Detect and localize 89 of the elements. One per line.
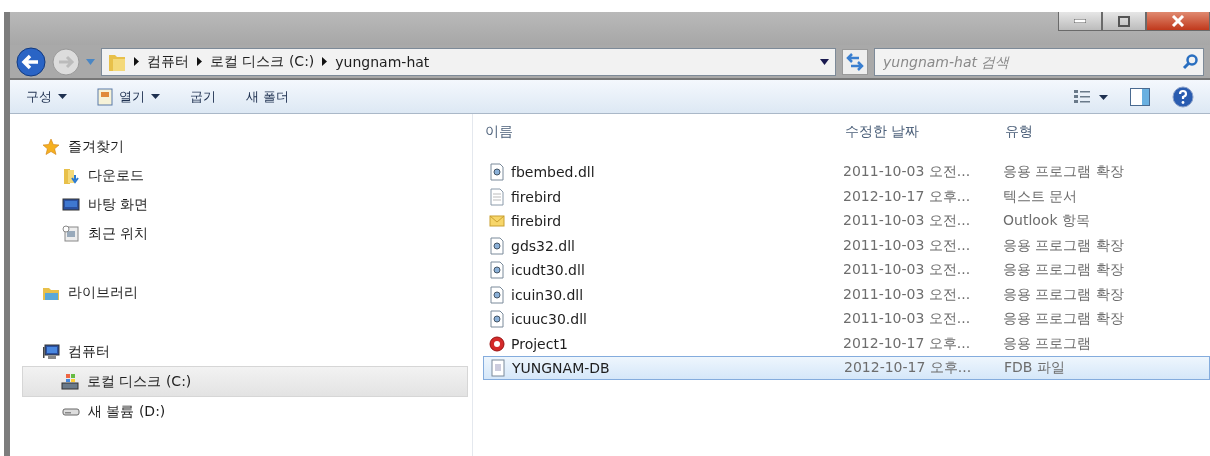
- file-row[interactable]: icudt30.dll 2011-10-03 오전... 응용 프로그램 확장: [483, 258, 1210, 282]
- drive-icon: [62, 407, 80, 416]
- file-date: 2012-10-17 오후...: [844, 359, 973, 377]
- sidebar-item[interactable]: 즐겨찾기: [10, 132, 472, 161]
- back-icon[interactable]: [16, 46, 46, 77]
- file-row[interactable]: YUNGNAM-DB 2012-10-17 오후... FDB 파일: [483, 356, 1210, 380]
- toolbar-button[interactable]: 구성: [26, 87, 67, 106]
- file-name: Project1: [511, 335, 568, 352]
- folder-download-icon: [62, 166, 80, 185]
- search-field[interactable]: yungnam-hat 검색: [874, 47, 1204, 76]
- file-row[interactable]: gds32.dll 2011-10-03 오전... 응용 프로그램 확장: [483, 233, 1210, 258]
- breadcrumb[interactable]: yungnam-hat: [335, 53, 430, 70]
- file-date: 2011-10-03 오전...: [843, 261, 972, 279]
- file-name: icuin30.dll: [511, 286, 584, 303]
- envelope-icon: [489, 212, 505, 230]
- address-bar[interactable]: 컴퓨터 로컬 디스크 (C:) yungnam-hat: [101, 47, 836, 76]
- toolbar-button[interactable]: 열기: [97, 87, 160, 106]
- chevron-icon: [197, 57, 202, 66]
- file-date: 2012-10-17 오후...: [843, 334, 972, 353]
- sidebar-item[interactable]: 라이브러리: [10, 278, 472, 307]
- breadcrumb[interactable]: 컴퓨터: [147, 52, 189, 71]
- file-row[interactable]: fbembed.dll 2011-10-03 오전... 응용 프로그램 확장: [483, 160, 1210, 184]
- close-button[interactable]: [1146, 12, 1210, 31]
- file-name: firebird: [511, 213, 562, 229]
- settings-file-icon: [489, 285, 505, 304]
- file-name: icuuc30.dll: [511, 311, 587, 327]
- document-icon: [490, 359, 506, 377]
- sidebar-item[interactable]: 로컬 디스크 (C:): [22, 366, 468, 397]
- file-row[interactable]: icuin30.dll 2011-10-03 오전... 응용 프로그램 확장: [483, 282, 1210, 307]
- file-row[interactable]: Project1 2012-10-17 오후... 응용 프로그램: [483, 331, 1210, 356]
- maximize-icon: [1118, 15, 1130, 27]
- file-date: 2011-10-03 오전...: [843, 212, 972, 230]
- file-type: 응용 프로그램 확장: [1003, 310, 1125, 328]
- hard-drive-icon: [61, 372, 79, 391]
- toolbar-button[interactable]: 새 폴더: [246, 87, 290, 106]
- minimize-icon: [1074, 19, 1086, 23]
- monitor-icon: [62, 195, 80, 214]
- sidebar-item[interactable]: 다운로드: [10, 161, 472, 190]
- recent-places-icon: [62, 224, 80, 243]
- file-type: Outlook 항목: [1003, 212, 1091, 230]
- text-file-icon: [489, 187, 505, 206]
- sidebar-item[interactable]: 컴퓨터: [10, 337, 472, 366]
- file-row[interactable]: icuuc30.dll 2011-10-03 오전... 응용 프로그램 확장: [483, 307, 1210, 331]
- refresh-icon[interactable]: [842, 48, 868, 75]
- file-date: 2011-10-03 오전...: [843, 310, 972, 328]
- preview-pane-icon[interactable]: [1130, 87, 1150, 106]
- file-name: gds32.dll: [511, 237, 575, 254]
- file-name: firebird: [511, 188, 562, 205]
- minimize-button[interactable]: [1058, 12, 1102, 31]
- document-icon: [97, 87, 113, 106]
- column-header[interactable]: 유형: [1005, 123, 1175, 141]
- file-type: 텍스트 문서: [1003, 187, 1079, 206]
- file-date: 2011-10-03 오전...: [843, 285, 972, 304]
- settings-file-icon: [489, 163, 505, 181]
- close-icon: [1171, 15, 1185, 27]
- settings-file-icon: [489, 236, 505, 255]
- chevron-icon: [134, 57, 139, 66]
- file-date: 2012-10-17 오후...: [843, 187, 972, 206]
- search-icon[interactable]: [1182, 53, 1198, 70]
- file-type: 응용 프로그램 확장: [1003, 236, 1125, 255]
- chevron-icon: [322, 57, 328, 66]
- column-header[interactable]: 이름: [483, 123, 845, 141]
- sidebar-item[interactable]: 새 볼륨 (D:): [10, 397, 472, 426]
- file-row[interactable]: firebird 2011-10-03 오전... Outlook 항목: [483, 209, 1210, 233]
- file-name: icudt30.dll: [511, 262, 585, 278]
- file-type: 응용 프로그램: [1003, 334, 1093, 353]
- help-icon[interactable]: [1172, 85, 1194, 108]
- file-type: FDB 파일: [1004, 359, 1066, 377]
- dropdown-icon[interactable]: [820, 58, 829, 65]
- file-name: fbembed.dll: [511, 164, 595, 180]
- file-row[interactable]: firebird 2012-10-17 오후... 텍스트 문서: [483, 184, 1210, 209]
- settings-file-icon: [489, 310, 505, 328]
- computer-icon: [42, 342, 60, 361]
- app-icon: [489, 334, 505, 353]
- settings-file-icon: [489, 261, 505, 279]
- view-options-icon[interactable]: [1074, 89, 1108, 104]
- file-type: 응용 프로그램 확장: [1003, 163, 1125, 181]
- maximize-button[interactable]: [1102, 12, 1146, 31]
- file-date: 2011-10-03 오전...: [843, 163, 972, 181]
- star-icon: [42, 137, 60, 156]
- toolbar-button[interactable]: 굽기: [190, 87, 216, 106]
- file-name: YUNGNAM-DB: [512, 360, 610, 376]
- column-header[interactable]: 수정한 날짜: [845, 123, 1005, 141]
- file-type: 응용 프로그램 확장: [1003, 285, 1125, 304]
- breadcrumb[interactable]: 로컬 디스크 (C:): [210, 52, 315, 71]
- sidebar-item[interactable]: 최근 위치: [10, 219, 472, 248]
- file-date: 2011-10-03 오전...: [843, 236, 972, 255]
- sidebar-item[interactable]: 바탕 화면: [10, 190, 472, 219]
- file-type: 응용 프로그램 확장: [1003, 261, 1125, 279]
